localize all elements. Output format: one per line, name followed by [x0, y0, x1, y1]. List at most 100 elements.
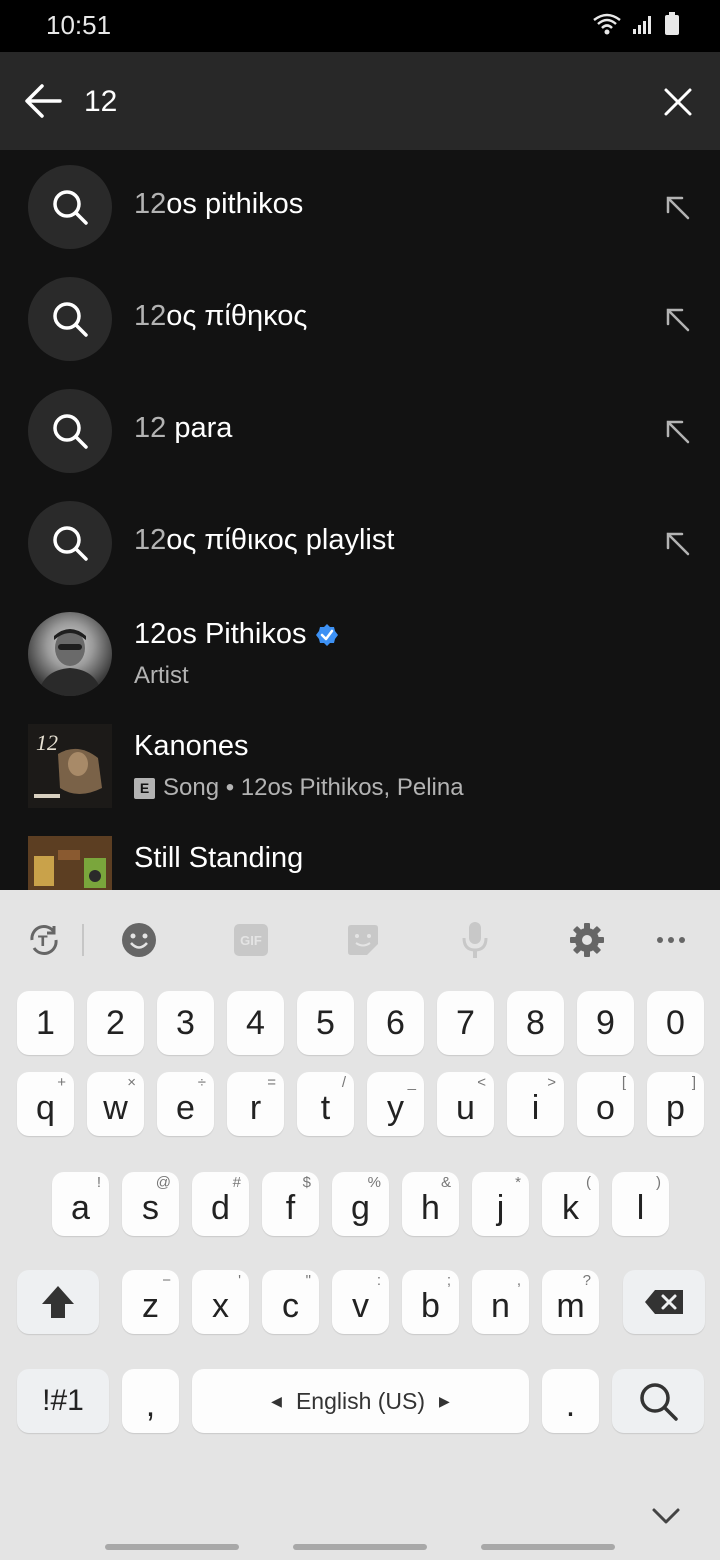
fill-query-arrow-icon[interactable] [660, 526, 694, 560]
more-icon[interactable] [651, 920, 691, 960]
key-s[interactable]: @ s [122, 1172, 179, 1236]
key-label: 0 [666, 1003, 685, 1042]
key-g[interactable]: % g [332, 1172, 389, 1236]
key-hint: ] [691, 1074, 696, 1091]
period-key[interactable]: . [542, 1369, 599, 1433]
symbols-key[interactable]: !#1 [17, 1369, 109, 1433]
key-hint: × [127, 1074, 136, 1091]
key-label: e [176, 1088, 195, 1127]
key-q[interactable]: + q [17, 1072, 74, 1136]
key-2[interactable]: 2 [87, 991, 144, 1055]
key-j[interactable]: * j [472, 1172, 529, 1236]
nav-back-button[interactable] [481, 1544, 615, 1550]
key-4[interactable]: 4 [227, 991, 284, 1055]
key-label: j [496, 1188, 505, 1227]
search-input[interactable] [84, 80, 624, 124]
shift-key[interactable] [17, 1270, 99, 1334]
key-c[interactable]: " c [262, 1270, 319, 1334]
sticker-icon[interactable] [343, 920, 383, 960]
status-icons [592, 12, 680, 36]
song-result-row[interactable]: 12 Kanones E Song • 12os Pithikos, Pelin… [0, 710, 720, 822]
key-label: q [36, 1088, 55, 1127]
key-n[interactable]: ,n [472, 1270, 529, 1334]
key-i[interactable]: > i [507, 1072, 564, 1136]
nav-home-button[interactable] [293, 1544, 427, 1550]
key-r[interactable]: = r [227, 1072, 284, 1136]
suggestion-row[interactable]: 12ος πίθηκος [0, 262, 720, 374]
key-label: y [387, 1088, 404, 1127]
key-e[interactable]: ÷ e [157, 1072, 214, 1136]
navigation-bar [0, 1500, 720, 1560]
result-title: Still Standing [134, 842, 304, 874]
key-label: 1 [36, 1003, 55, 1042]
suggestion-row[interactable]: 12 para [0, 374, 720, 486]
svg-text:12: 12 [36, 730, 58, 755]
key-k[interactable]: (k [542, 1172, 599, 1236]
key-label: i [531, 1088, 540, 1127]
right-caret-icon: ▶ [439, 1392, 450, 1409]
key-y[interactable]: _ y [367, 1072, 424, 1136]
artist-result-row[interactable]: 12os Pithikos Artist [0, 598, 720, 710]
key-3[interactable]: 3 [157, 991, 214, 1055]
key-h[interactable]: & h [402, 1172, 459, 1236]
key-label: v [352, 1286, 369, 1325]
close-icon[interactable] [660, 84, 696, 120]
nav-recents-button[interactable] [105, 1544, 239, 1550]
album-cover [28, 836, 112, 890]
suggestion-row[interactable]: 12ος πίθικος playlist [0, 486, 720, 598]
key-9[interactable]: 9 [577, 991, 634, 1055]
key-1[interactable]: 1 [17, 991, 74, 1055]
key-d[interactable]: # d [192, 1172, 249, 1236]
key-label: p [666, 1088, 685, 1127]
space-bar[interactable]: ◀ English (US) ▶ [192, 1369, 529, 1433]
key-p[interactable]: ] p [647, 1072, 704, 1136]
shift-icon [42, 1286, 74, 1318]
key-m[interactable]: ? m [542, 1270, 599, 1334]
key-hint: ; [446, 1272, 451, 1289]
emoji-icon[interactable] [119, 920, 159, 960]
key-u[interactable]: < u [437, 1072, 494, 1136]
status-bar: 10:51 [0, 0, 720, 52]
key-6[interactable]: 6 [367, 991, 424, 1055]
gif-icon[interactable]: GIF [231, 920, 271, 960]
fill-query-arrow-icon[interactable] [660, 302, 694, 336]
key-a[interactable]: ! a [52, 1172, 109, 1236]
key-v[interactable]: :v [332, 1270, 389, 1334]
key-b[interactable]: ; b [402, 1270, 459, 1334]
key-t[interactable]: / t [297, 1072, 354, 1136]
microphone-icon[interactable] [455, 920, 495, 960]
key-8[interactable]: 8 [507, 991, 564, 1055]
backspace-key[interactable] [623, 1270, 705, 1334]
comma-key[interactable]: , [122, 1369, 179, 1433]
key-z[interactable]: − z [122, 1270, 179, 1334]
key-label: 6 [386, 1003, 405, 1042]
key-o[interactable]: [o [577, 1072, 634, 1136]
key-5[interactable]: 5 [297, 991, 354, 1055]
back-arrow-icon[interactable] [22, 80, 64, 122]
svg-text:T: T [38, 934, 48, 950]
fill-query-arrow-icon[interactable] [660, 190, 694, 224]
key-label: , [145, 1385, 156, 1424]
backspace-icon [645, 1290, 683, 1314]
result-title: 12os Pithikos [134, 618, 339, 651]
artist-name: 12os Pithikos [134, 618, 307, 650]
key-hint: " [305, 1272, 311, 1289]
key-0[interactable]: 0 [647, 991, 704, 1055]
song-result-row[interactable]: Still Standing [0, 822, 720, 890]
signal-icon [633, 16, 651, 34]
key-hint: * [515, 1174, 521, 1191]
settings-icon[interactable] [567, 920, 607, 960]
key-w[interactable]: × w [87, 1072, 144, 1136]
key-7[interactable]: 7 [437, 991, 494, 1055]
search-icon [640, 1383, 678, 1421]
key-hint: − [162, 1272, 171, 1289]
fill-query-arrow-icon[interactable] [660, 414, 694, 448]
translate-icon[interactable]: T [24, 920, 64, 960]
key-label: f [285, 1188, 296, 1227]
left-caret-icon: ◀ [271, 1392, 282, 1409]
key-f[interactable]: $ f [262, 1172, 319, 1236]
suggestion-row[interactable]: 12os pithikos [0, 150, 720, 262]
key-l[interactable]: ) l [612, 1172, 669, 1236]
key-x[interactable]: ' x [192, 1270, 249, 1334]
search-key[interactable] [612, 1369, 704, 1433]
